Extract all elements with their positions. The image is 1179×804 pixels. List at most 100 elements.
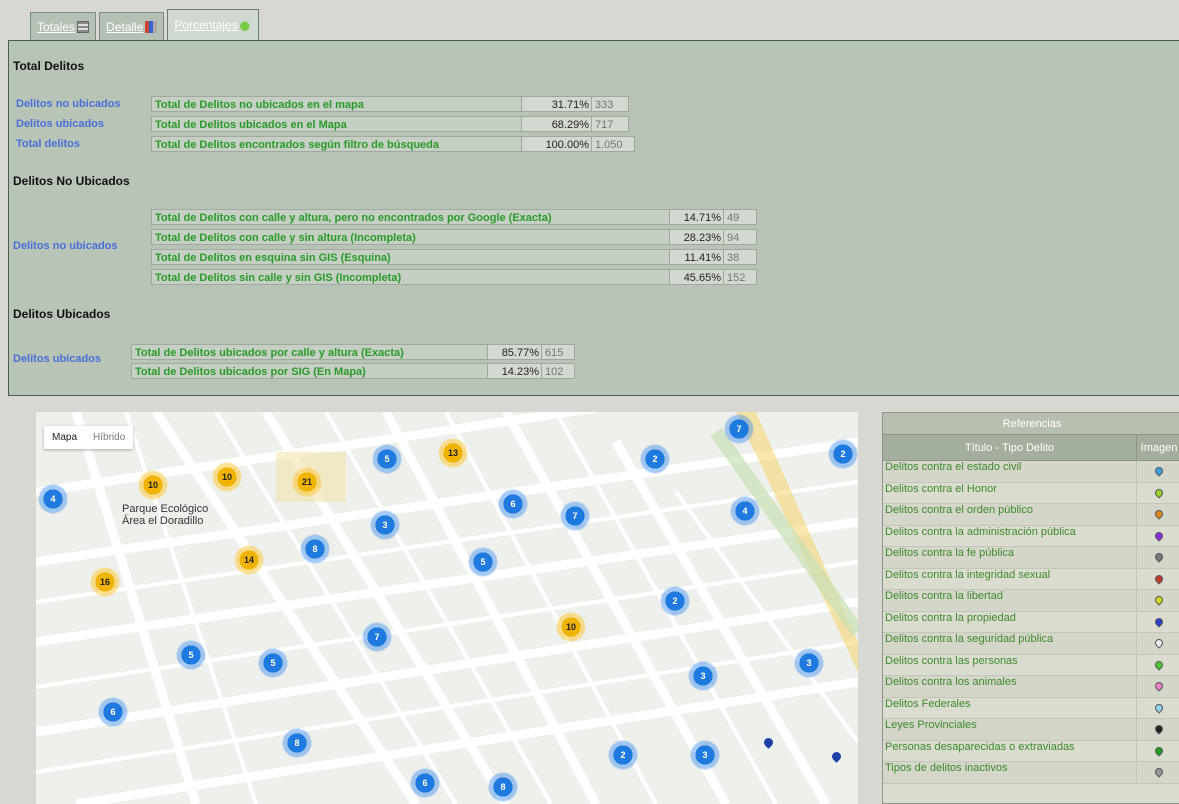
- map-cluster-marker[interactable]: 3: [688, 661, 718, 691]
- row-count: 333: [591, 96, 629, 112]
- reference-row: Delitos contra la seguridad pública: [883, 633, 1179, 655]
- total-delitos-link[interactable]: Total delitos: [13, 136, 153, 152]
- map-cluster-marker[interactable]: 8: [300, 534, 330, 564]
- row-description: Total de Delitos ubicados por SIG (En Ma…: [131, 363, 489, 379]
- map-pin-icon: [1153, 659, 1165, 671]
- table-row: Total de Delitos ubicados por calle y al…: [131, 344, 581, 360]
- map-cluster-marker[interactable]: 5: [468, 547, 498, 577]
- col-title-header: Título - Tipo Delito: [883, 435, 1137, 460]
- map-type-hibrido-button[interactable]: Híbrido: [85, 426, 133, 449]
- row-description: Total de Delitos ubicados en el Mapa: [151, 116, 523, 132]
- reference-row: Delitos contra los animales: [883, 676, 1179, 698]
- table-row: Total de Delitos ubicados por SIG (En Ma…: [131, 363, 581, 379]
- park-label-line-1: Parque Ecológico: [122, 503, 209, 515]
- row-count: 717: [591, 116, 629, 132]
- map-cluster-marker[interactable]: 4: [38, 484, 68, 514]
- reference-label: Delitos contra los animales: [883, 676, 1137, 697]
- reference-image-cell: [1137, 569, 1179, 590]
- row-description: Total de Delitos con calle y sin altura …: [151, 229, 671, 245]
- leaf-icon: [239, 19, 252, 31]
- row-description: Total de Delitos ubicados por calle y al…: [131, 344, 489, 360]
- reference-image-cell: [1137, 676, 1179, 697]
- delitos-no-ubicados-title: Delitos No Ubicados: [13, 174, 130, 188]
- park-label: Parque Ecológico Área el Doradillo: [122, 503, 208, 527]
- grid-icon: [77, 20, 90, 33]
- reference-image-cell: [1137, 719, 1179, 740]
- map-cluster-marker[interactable]: 5: [258, 648, 288, 678]
- delitos-no-ubicados-link[interactable]: Delitos no ubicados: [13, 96, 153, 112]
- map-cluster-marker[interactable]: 10: [138, 470, 168, 500]
- map-cluster-marker[interactable]: 7: [560, 501, 590, 531]
- porcentajes-panel: Total Delitos Delitos no ubicados Total …: [8, 40, 1179, 396]
- delitos-no-ubicados-group-link[interactable]: Delitos no ubicados: [13, 240, 118, 252]
- map-pin-icon: [1153, 766, 1165, 778]
- reference-row: Delitos contra la propiedad: [883, 611, 1179, 633]
- map-pin-icon: [1153, 487, 1165, 499]
- reference-label: Leyes Provinciales: [883, 719, 1137, 740]
- map-cluster-marker[interactable]: 14: [234, 545, 264, 575]
- map-cluster-marker[interactable]: 3: [794, 648, 824, 678]
- tab-detalle[interactable]: Detalle: [99, 12, 165, 40]
- tab-label: Porcentajes: [174, 18, 238, 32]
- reference-row: Delitos contra el Honor: [883, 482, 1179, 504]
- reference-label: Delitos contra las personas: [883, 654, 1137, 675]
- map-cluster-marker[interactable]: 7: [362, 622, 392, 652]
- reference-label: Personas desaparecidas o extraviadas: [883, 740, 1137, 761]
- delitos-ubicados-title: Delitos Ubicados: [13, 307, 111, 321]
- tab-totales[interactable]: Totales: [30, 12, 97, 40]
- total-delitos-title: Total Delitos: [13, 59, 85, 73]
- references-header: Título - Tipo Delito Imagen: [883, 435, 1179, 461]
- reference-label: Delitos Federales: [883, 697, 1137, 718]
- row-description: Total de Delitos en esquina sin GIS (Esq…: [151, 249, 671, 265]
- map-cluster-marker[interactable]: 5: [372, 444, 402, 474]
- map-cluster-marker[interactable]: 5: [176, 640, 206, 670]
- table-row: Delitos no ubicados Total de Delitos no …: [13, 96, 633, 112]
- tab-label: Totales: [37, 19, 76, 34]
- row-percentage: 14.71%: [669, 209, 725, 225]
- reference-label: Delitos contra la administración pública: [883, 525, 1137, 546]
- row-description: Total de Delitos con calle y altura, per…: [151, 209, 671, 225]
- map-pin-icon: [1153, 508, 1165, 520]
- map-cluster-marker[interactable]: 2: [640, 444, 670, 474]
- map-cluster-marker[interactable]: 2: [828, 439, 858, 469]
- map-cluster-marker[interactable]: 8: [282, 728, 312, 758]
- reference-row: Delitos Federales: [883, 697, 1179, 719]
- map-cluster-marker[interactable]: 10: [556, 612, 586, 642]
- reference-row: Personas desaparecidas o extraviadas: [883, 740, 1179, 762]
- map-cluster-marker[interactable]: 3: [690, 740, 720, 770]
- reference-image-cell: [1137, 483, 1179, 504]
- map-cluster-marker[interactable]: 8: [488, 772, 518, 802]
- reference-row: Tipos de delitos inactivos: [883, 762, 1179, 784]
- map-cluster-marker[interactable]: 6: [98, 697, 128, 727]
- map-cluster-marker[interactable]: 6: [410, 768, 440, 798]
- map-cluster-marker[interactable]: 7: [724, 414, 754, 444]
- map-cluster-marker[interactable]: 21: [292, 467, 322, 497]
- tab-label: Detalle: [106, 19, 144, 34]
- reference-image-cell: [1137, 461, 1179, 482]
- map-cluster-marker[interactable]: 4: [730, 496, 760, 526]
- references-title: Referencias: [883, 413, 1179, 435]
- row-percentage: 11.41%: [669, 249, 725, 265]
- park-label-line-2: Área el Doradillo: [122, 515, 204, 527]
- table-row: Total delitos Total de Delitos encontrad…: [13, 136, 635, 152]
- crime-map[interactable]: Mapa Híbrido Parque Ecológico Área el Do…: [36, 412, 858, 804]
- reference-label: Delitos contra el estado civil: [883, 461, 1137, 482]
- map-cluster-marker[interactable]: 2: [608, 740, 638, 770]
- reference-label: Delitos contra la fe pública: [883, 547, 1137, 568]
- reference-row: Delitos contra la fe pública: [883, 547, 1179, 569]
- map-cluster-marker[interactable]: 13: [438, 438, 468, 468]
- reference-image-cell: [1137, 612, 1179, 633]
- map-type-mapa-button[interactable]: Mapa: [44, 426, 85, 449]
- map-cluster-marker[interactable]: 3: [370, 510, 400, 540]
- map-cluster-marker[interactable]: 6: [498, 489, 528, 519]
- table-row: Total de Delitos sin calle y sin GIS (In…: [151, 269, 761, 285]
- delitos-ubicados-group-link[interactable]: Delitos ubicados: [13, 353, 101, 365]
- reference-label: Tipos de delitos inactivos: [883, 762, 1137, 783]
- map-cluster-marker[interactable]: 2: [660, 586, 690, 616]
- tab-porcentajes[interactable]: Porcentajes: [167, 9, 259, 40]
- map-cluster-marker[interactable]: 16: [90, 567, 120, 597]
- delitos-ubicados-link[interactable]: Delitos ubicados: [13, 116, 153, 132]
- row-percentage: 85.77%: [487, 344, 543, 360]
- reference-row: Delitos contra la libertad: [883, 590, 1179, 612]
- map-cluster-marker[interactable]: 10: [212, 462, 242, 492]
